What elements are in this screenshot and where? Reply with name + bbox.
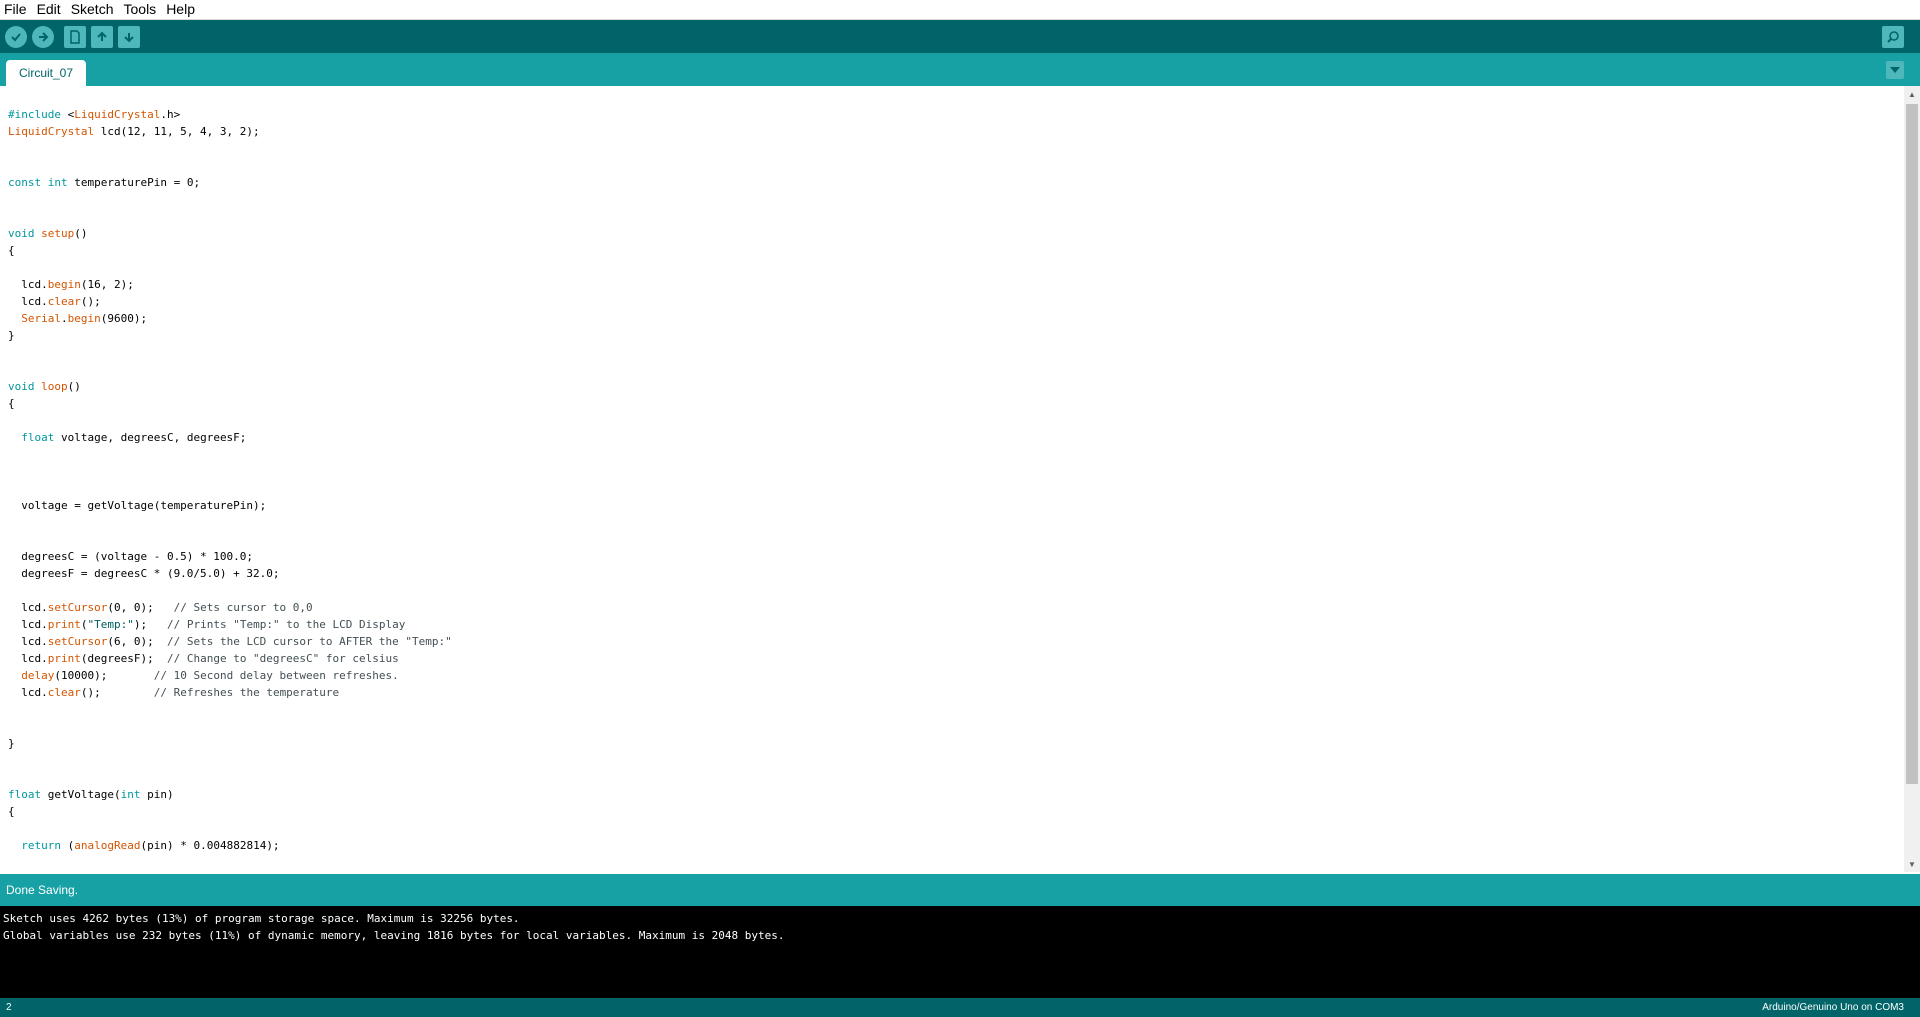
scroll-up-icon[interactable]: ▲ <box>1904 86 1920 102</box>
code-line[interactable]: ​ <box>8 480 452 497</box>
code-line[interactable]: degreesF = degreesC * (9.0/5.0) + 32.0; <box>8 565 452 582</box>
arrow-right-icon <box>39 32 49 42</box>
code-line[interactable]: ​ <box>8 446 452 463</box>
code-line[interactable]: voltage = getVoltage(temperaturePin); <box>8 497 452 514</box>
code-line[interactable]: ​ <box>8 718 452 735</box>
serial-monitor-button[interactable] <box>1882 26 1904 48</box>
arrow-down-icon <box>124 33 134 43</box>
code-line[interactable]: return (analogRead(pin) * 0.004882814); <box>8 837 452 854</box>
upload-button[interactable] <box>32 26 54 48</box>
new-button[interactable] <box>64 26 86 48</box>
code-line[interactable]: float voltage, degreesC, degreesF; <box>8 429 452 446</box>
menu-sketch[interactable]: Sketch <box>66 0 119 19</box>
console-output[interactable]: Sketch uses 4262 bytes (13%) of program … <box>0 906 1920 998</box>
code-line[interactable]: lcd.setCursor(6, 0); // Sets the LCD cur… <box>8 633 452 650</box>
tab-bar: Circuit_07 <box>0 53 1920 86</box>
code-line[interactable]: { <box>8 242 452 259</box>
code-line[interactable]: lcd.begin(16, 2); <box>8 276 452 293</box>
code-line[interactable]: ​ <box>8 344 452 361</box>
code-line[interactable]: ​ <box>8 463 452 480</box>
code-line[interactable]: lcd.print(degreesF); // Change to "degre… <box>8 650 452 667</box>
code-line[interactable]: ​ <box>8 412 452 429</box>
code-line[interactable]: #include <LiquidCrystal.h> <box>8 106 452 123</box>
checkmark-icon <box>11 33 21 42</box>
code-line[interactable]: lcd.setCursor(0, 0); // Sets cursor to 0… <box>8 599 452 616</box>
code-line[interactable]: Serial.begin(9600); <box>8 310 452 327</box>
console-line: Sketch uses 4262 bytes (13%) of program … <box>3 912 520 925</box>
code-line[interactable]: } <box>8 327 452 344</box>
code-line[interactable]: void loop() <box>8 378 452 395</box>
code-line[interactable]: ​ <box>8 140 452 157</box>
line-number: 2 <box>6 1002 12 1013</box>
code-line[interactable]: ​ <box>8 531 452 548</box>
code-line[interactable]: lcd.clear(); <box>8 293 452 310</box>
status-bar: Done Saving. <box>0 874 1920 906</box>
code-line[interactable]: ​ <box>8 582 452 599</box>
code-line[interactable]: } <box>8 735 452 752</box>
code-line[interactable]: lcd.print("Temp:"); // Prints "Temp:" to… <box>8 616 452 633</box>
code-editor[interactable]: #include <LiquidCrystal.h> LiquidCrystal … <box>0 86 1920 872</box>
code-line[interactable]: { <box>8 395 452 412</box>
code-line[interactable]: ​ <box>8 259 452 276</box>
toolbar <box>0 20 1920 53</box>
new-file-icon <box>70 30 80 44</box>
code-line[interactable]: ​ <box>8 514 452 531</box>
status-message: Done Saving. <box>6 883 79 897</box>
chevron-down-icon <box>1890 67 1900 73</box>
code-line[interactable]: ​ <box>8 361 452 378</box>
menu-help[interactable]: Help <box>161 0 200 19</box>
code-line[interactable]: ​ <box>8 191 452 208</box>
code-line[interactable]: ​ <box>8 752 452 769</box>
save-button[interactable] <box>118 26 140 48</box>
code-line[interactable]: { <box>8 803 452 820</box>
editor-scrollbar[interactable]: ▲ ▼ <box>1904 86 1920 872</box>
code-line[interactable]: const int temperaturePin = 0; <box>8 174 452 191</box>
menu-tools[interactable]: Tools <box>119 0 162 19</box>
menu-bar: File Edit Sketch Tools Help <box>0 0 1920 20</box>
magnifier-icon <box>1887 31 1899 43</box>
code-text[interactable]: #include <LiquidCrystal.h> LiquidCrystal … <box>8 106 452 854</box>
code-line[interactable]: delay(10000); // 10 Second delay between… <box>8 667 452 684</box>
footer-bar: 2 Arduino/Genuino Uno on COM3 <box>0 998 1920 1017</box>
code-line[interactable]: lcd.clear(); // Refreshes the temperatur… <box>8 684 452 701</box>
code-line[interactable]: ​ <box>8 208 452 225</box>
code-line[interactable]: ​ <box>8 157 452 174</box>
menu-file[interactable]: File <box>0 0 32 19</box>
code-line[interactable]: float getVoltage(int pin) <box>8 786 452 803</box>
scroll-down-icon[interactable]: ▼ <box>1904 856 1920 872</box>
code-line[interactable]: ​ <box>8 820 452 837</box>
scrollbar-thumb[interactable] <box>1906 104 1918 784</box>
board-port-label: Arduino/Genuino Uno on COM3 <box>1762 1002 1904 1013</box>
code-line[interactable]: void setup() <box>8 225 452 242</box>
arrow-up-icon <box>97 31 107 41</box>
code-line[interactable]: LiquidCrystal lcd(12, 11, 5, 4, 3, 2); <box>8 123 452 140</box>
tab-menu-button[interactable] <box>1886 61 1904 79</box>
code-line[interactable]: ​ <box>8 701 452 718</box>
open-button[interactable] <box>91 26 113 48</box>
code-line[interactable]: degreesC = (voltage - 0.5) * 100.0; <box>8 548 452 565</box>
tab-circuit-07[interactable]: Circuit_07 <box>6 60 87 86</box>
code-line[interactable]: ​ <box>8 769 452 786</box>
menu-edit[interactable]: Edit <box>32 0 66 19</box>
verify-button[interactable] <box>5 26 27 48</box>
console-line: Global variables use 232 bytes (11%) of … <box>3 929 785 942</box>
